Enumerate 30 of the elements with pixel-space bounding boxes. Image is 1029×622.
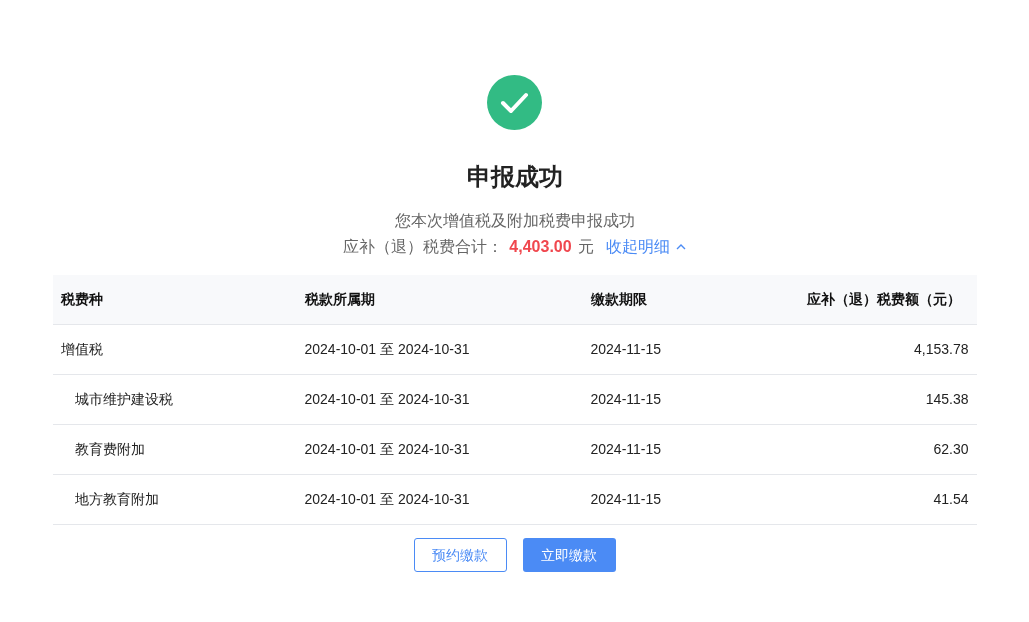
column-header: 税款所属期 bbox=[304, 291, 375, 307]
result-message: 您本次增值税及附加税费申报成功 bbox=[394, 211, 635, 231]
table-cell: 2024-10-01 至 2024-10-31 bbox=[304, 341, 470, 357]
success-check-icon bbox=[487, 75, 542, 130]
table-cell: 2024-11-15 bbox=[590, 441, 662, 457]
table-cell: 62.30 bbox=[933, 441, 969, 457]
table-cell: 教育费附加 bbox=[74, 441, 145, 457]
table-cell: 4,153.78 bbox=[914, 341, 969, 357]
pay-now-button[interactable]: 立即缴款 bbox=[522, 538, 616, 572]
table-cell: 145.38 bbox=[925, 391, 969, 407]
schedule-payment-button[interactable]: 预约缴款 bbox=[413, 538, 507, 572]
table-cell: 2024-10-01 至 2024-10-31 bbox=[304, 491, 470, 507]
total-amount: 4,403.00 bbox=[509, 237, 572, 257]
column-header: 税费种 bbox=[60, 291, 103, 307]
table-cell: 2024-10-01 至 2024-10-31 bbox=[304, 391, 470, 407]
column-header: 应补（退）税费额（元） bbox=[806, 291, 961, 307]
total-label: 应补（退）税费合计： bbox=[343, 237, 504, 257]
table-cell: 2024-10-01 至 2024-10-31 bbox=[304, 441, 470, 457]
table-cell: 增值税 bbox=[60, 341, 103, 357]
total-unit: 元 bbox=[577, 237, 594, 257]
table-cell: 城市维护建设税 bbox=[74, 391, 173, 407]
chevron-up-icon bbox=[675, 244, 686, 250]
table-cell: 2024-11-15 bbox=[590, 391, 662, 407]
table-cell: 41.54 bbox=[933, 491, 969, 507]
table-cell: 2024-11-15 bbox=[590, 491, 662, 507]
result-title: 申报成功 bbox=[466, 162, 563, 192]
table-cell: 2024-11-15 bbox=[590, 341, 662, 357]
collapse-details-link[interactable]: 收起明细 bbox=[605, 235, 686, 259]
column-header: 缴款期限 bbox=[590, 291, 647, 307]
table-cell: 地方教育附加 bbox=[74, 491, 159, 507]
